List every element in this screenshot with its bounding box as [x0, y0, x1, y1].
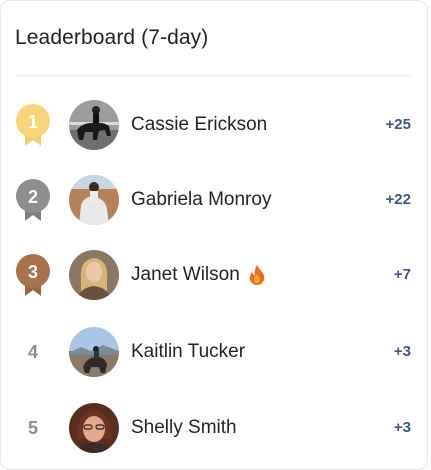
member-name-text: Janet Wilson: [131, 264, 240, 285]
member-name[interactable]: Cassie Erickson: [131, 114, 267, 136]
title-divider: [15, 75, 411, 76]
leaderboard-row-1[interactable]: 1 Cassie Erickson +25: [1, 95, 429, 155]
rank-number: 5: [27, 417, 38, 438]
rank-number: 3: [28, 262, 38, 282]
avatar[interactable]: [69, 175, 119, 225]
score-value: +3: [393, 343, 411, 360]
leaderboard-card: Leaderboard (7-day) 1 Cassie Erickson +2…: [0, 0, 428, 470]
silver-ribbon-icon: 2: [13, 179, 53, 221]
member-name-text: Cassie Erickson: [131, 114, 268, 135]
avatar[interactable]: [69, 250, 119, 300]
score-value: +7: [393, 266, 411, 283]
member-name-text: Kaitlin Tucker: [131, 341, 246, 362]
rank-label: 5: [13, 408, 53, 448]
rank-number: 2: [28, 187, 38, 207]
member-name[interactable]: Shelly Smith: [131, 417, 237, 439]
fire-icon: [248, 264, 266, 286]
avatar[interactable]: [69, 327, 119, 377]
avatar[interactable]: [69, 100, 119, 150]
rank-number: 1: [28, 112, 38, 132]
score-value: +3: [393, 419, 411, 436]
member-name[interactable]: Kaitlin Tucker: [131, 341, 245, 363]
gold-ribbon-icon: 1: [13, 104, 53, 146]
leaderboard-row-2[interactable]: 2 Gabriela Monroy +22: [1, 170, 429, 230]
bronze-ribbon-icon: 3: [13, 254, 53, 296]
rank-number: 4: [27, 341, 38, 362]
member-name-text: Gabriela Monroy: [131, 189, 272, 210]
leaderboard-row-5[interactable]: 5 Shelly Smith +3: [1, 398, 429, 458]
member-name-text: Shelly Smith: [131, 417, 237, 438]
leaderboard-row-3[interactable]: 3 Janet Wilson +7: [1, 245, 429, 305]
leaderboard-title: Leaderboard (7-day): [15, 26, 209, 49]
member-name[interactable]: Gabriela Monroy: [131, 189, 271, 211]
leaderboard-row-4[interactable]: 4 Kaitlin Tucker +3: [1, 322, 429, 382]
score-value: +22: [385, 191, 411, 208]
rank-label: 4: [13, 332, 53, 372]
member-name[interactable]: Janet Wilson: [131, 264, 266, 286]
avatar[interactable]: [69, 403, 119, 453]
score-value: +25: [385, 116, 411, 133]
